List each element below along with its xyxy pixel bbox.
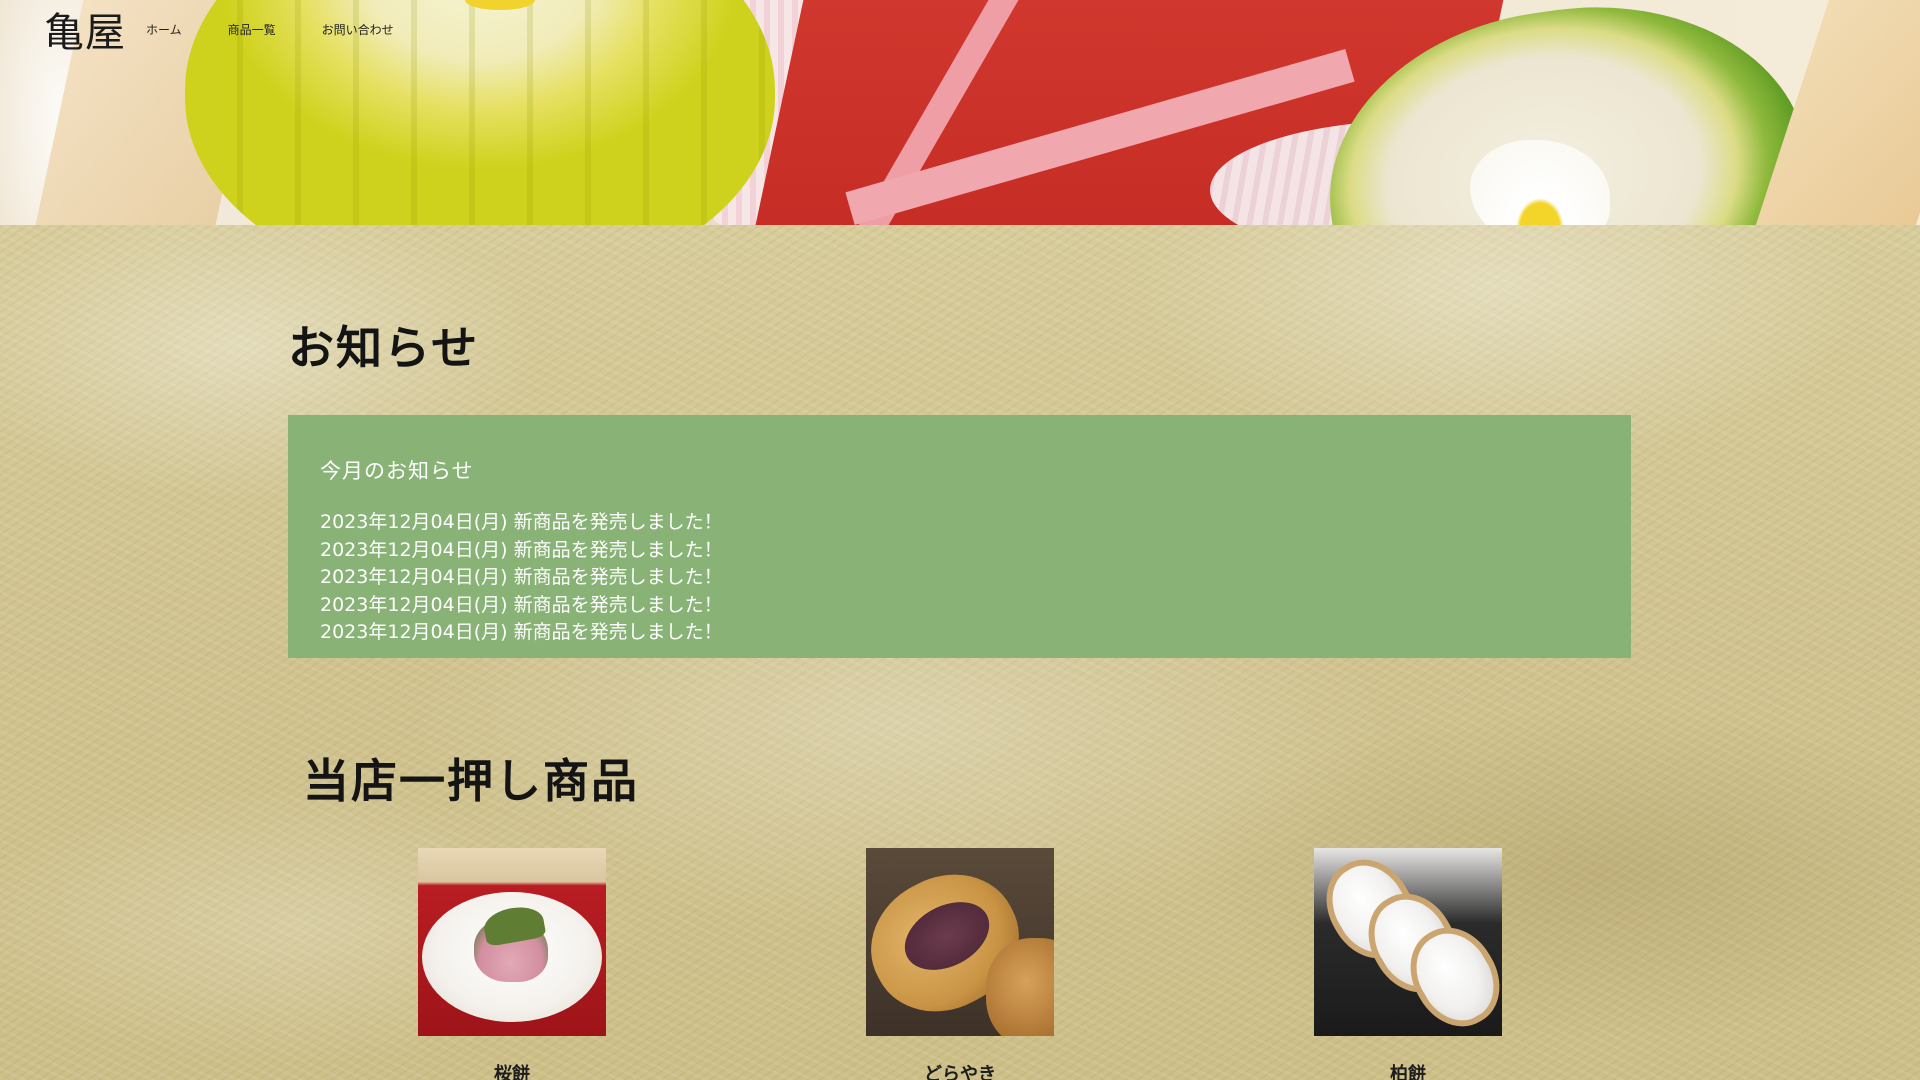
product-image[interactable] bbox=[1314, 848, 1502, 1036]
news-item: 2023年12月04日(月) 新商品を発売しました！ bbox=[320, 538, 723, 561]
site-logo[interactable]: 亀屋 bbox=[44, 0, 126, 58]
product-name[interactable]: 桜餅 bbox=[418, 1060, 606, 1080]
product-image[interactable] bbox=[418, 848, 606, 1036]
product-card-sakuramochi[interactable]: 桜餅 bbox=[418, 848, 606, 1080]
top-nav: 亀屋 ホーム 商品一覧 お問い合わせ bbox=[44, 6, 440, 56]
nav-products-link[interactable]: 商品一覧 bbox=[228, 21, 276, 38]
news-item: 2023年12月04日(月) 新商品を発売しました！ bbox=[320, 593, 723, 616]
nav-home-link[interactable]: ホーム bbox=[146, 21, 182, 38]
featured-heading: 当店一押し商品 bbox=[303, 754, 639, 808]
news-heading: お知らせ bbox=[288, 321, 480, 375]
product-card-dorayaki[interactable]: どらやき bbox=[866, 848, 1054, 1080]
product-name[interactable]: 柏餅 bbox=[1314, 1060, 1502, 1080]
news-box-title: 今月のお知らせ bbox=[320, 459, 474, 483]
news-item: 2023年12月04日(月) 新商品を発売しました！ bbox=[320, 621, 723, 643]
product-name[interactable]: どらやき bbox=[866, 1060, 1054, 1080]
news-box: 今月のお知らせ 2023年12月04日(月) 新商品を発売しました！ 2023年… bbox=[288, 415, 1631, 658]
news-item: 2023年12月04日(月) 新商品を発売しました！ bbox=[320, 511, 723, 533]
product-image[interactable] bbox=[866, 848, 1054, 1036]
nav-contact-link[interactable]: お問い合わせ bbox=[322, 21, 394, 38]
news-list: 2023年12月04日(月) 新商品を発売しました！ 2023年12月04日(月… bbox=[320, 509, 1599, 647]
product-card-kashiwamochi[interactable]: 柏餅 bbox=[1314, 848, 1502, 1080]
news-item: 2023年12月04日(月) 新商品を発売しました！ bbox=[320, 566, 723, 588]
